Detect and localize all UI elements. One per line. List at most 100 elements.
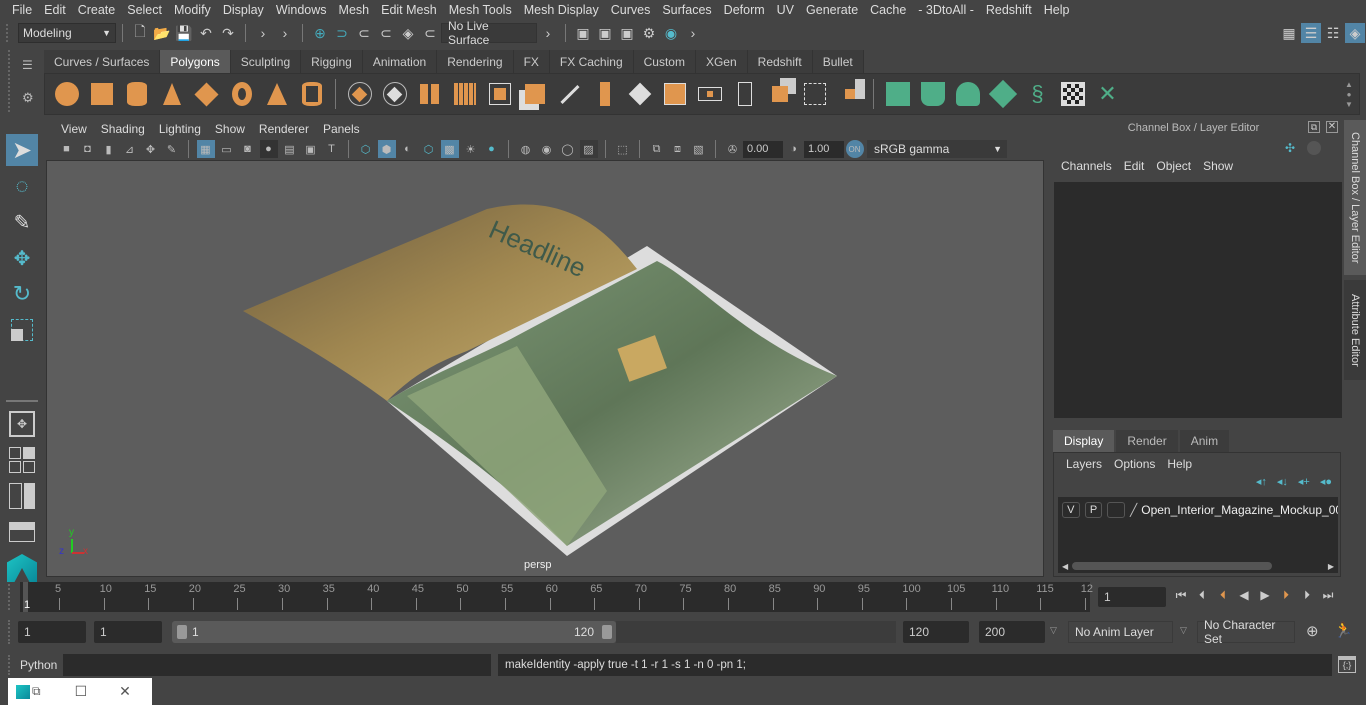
shadows-icon[interactable]: ● [483,140,501,158]
viewport-menu-shading[interactable]: Shading [94,122,152,136]
time-slider[interactable]: 1 5 10 15 20 25 30 35 40 45 50 55 60 65 70 75 80 85 90 95 1… [20,582,1093,612]
animation-preferences-icon[interactable]: 🏃 [1334,621,1353,639]
poly-pipe-icon[interactable] [297,79,327,109]
collapse-arrow-icon[interactable]: › [253,23,273,43]
shelf-tab-rendering[interactable]: Rendering [437,50,514,73]
menu-edit[interactable]: Edit [38,3,72,17]
channel-menu-edit[interactable]: Edit [1118,159,1151,173]
shelf-tab-redshift[interactable]: Redshift [747,50,813,73]
shelf-settings-gear-icon[interactable]: ⚙ [22,90,34,106]
playback-end-field[interactable]: 120 [903,621,969,643]
layer-horizontal-scrollbar[interactable]: ◀ ▶ [1062,561,1334,571]
grease-pencil-icon[interactable]: ✎ [163,140,181,158]
collapse-arrow-icon[interactable]: › [683,23,703,43]
exposure-field[interactable]: 0.00 [743,140,783,158]
textures-icon[interactable]: ▩ [440,140,459,158]
tab-channel-box-layer-editor[interactable]: Channel Box / Layer Editor [1344,120,1366,275]
channel-box-icon[interactable]: ◈ [1345,23,1365,43]
menu-windows[interactable]: Windows [270,3,333,17]
range-start-handle[interactable] [177,625,187,639]
layer-name[interactable]: Open_Interior_Magazine_Mockup_00 [1141,503,1338,517]
poly-cone-icon[interactable] [157,79,187,109]
go-to-end-icon[interactable]: ⏭ [1319,586,1337,604]
layer-display-type-toggle[interactable] [1107,502,1126,518]
render-view-icon[interactable]: ▣ [573,23,593,43]
channel-box-area[interactable] [1054,182,1342,418]
four-view-layout-icon[interactable] [6,444,38,476]
character-set-dropdown[interactable]: No Character Set [1197,618,1295,646]
speed-icon[interactable] [1307,141,1321,155]
layer-color-icon[interactable]: ╱ [1130,503,1137,517]
start-time-field[interactable]: 1 [18,621,86,643]
resolution-gate-icon[interactable]: ◙ [239,140,257,158]
uv-cylindrical-icon[interactable] [918,79,948,109]
color-space-dropdown[interactable]: sRGB gamma ▼ [867,140,1007,158]
screen-space-ao-icon[interactable]: ◍ [517,140,535,158]
xray-joints-icon[interactable]: ⧉ [648,140,666,158]
menu-uv[interactable]: UV [771,3,800,17]
uv-contour-icon[interactable]: § [1023,79,1053,109]
shelf-drag-handle[interactable] [8,50,10,112]
outliner-layout-icon[interactable] [6,480,38,512]
mode-selector[interactable]: Modeling ▼ [18,23,116,43]
poly-sphere-icon[interactable] [52,79,82,109]
end-time-field[interactable]: 200 [979,621,1045,643]
shelf-tab-xgen[interactable]: XGen [695,50,748,73]
uv-spherical-icon[interactable] [953,79,983,109]
append-icon[interactable] [660,79,690,109]
character-set-chevron-icon[interactable]: ▽ [1180,625,1187,636]
viewport-persp[interactable]: Headline y x z persp [46,160,1044,577]
float-panel-icon[interactable]: ⧉ [1308,121,1320,133]
isolate-select-icon[interactable]: ⬚ [614,140,632,158]
image-plane-icon[interactable]: ⊿ [121,140,139,158]
bevel-icon[interactable] [520,79,550,109]
poly-plane-icon[interactable] [192,79,222,109]
snap-live-icon[interactable]: ⊂ [420,23,440,43]
boolean-icon[interactable] [625,79,655,109]
menu-curves[interactable]: Curves [605,3,657,17]
channel-menu-show[interactable]: Show [1197,159,1239,173]
uv-automatic-icon[interactable] [988,79,1018,109]
anti-aliasing-icon[interactable]: ◯ [559,140,577,158]
menu-select[interactable]: Select [121,3,168,17]
rotate-tool-icon[interactable]: ↻ [6,278,38,310]
menu-edit-mesh[interactable]: Edit Mesh [375,3,443,17]
redo-icon[interactable]: ↷ [218,23,238,43]
shelf-tab-animation[interactable]: Animation [362,50,438,73]
combine-icon[interactable] [345,79,375,109]
live-surface-field[interactable]: No Live Surface [441,19,537,47]
collapse-arrow-icon[interactable]: › [538,23,558,43]
layer-tab-anim[interactable]: Anim [1179,430,1230,452]
xray-active-icon[interactable]: ⧈ [669,140,687,158]
manipulator-icon[interactable]: ✣ [1285,141,1295,155]
menu-file[interactable]: File [6,3,38,17]
playback-start-field[interactable]: 1 [94,621,162,643]
layer-menu-help[interactable]: Help [1161,457,1198,471]
safe-title-icon[interactable]: T [323,140,341,158]
layer-playback-toggle[interactable]: P [1084,502,1103,518]
tab-attribute-editor[interactable]: Attribute Editor [1344,280,1366,380]
move-layer-up-icon[interactable]: ◂↑ [1256,475,1267,488]
gate-mask-icon[interactable]: ● [259,140,278,158]
script-language-toggle[interactable]: Python [20,658,57,672]
step-forward-frame-icon[interactable]: ⏵ [1298,586,1316,604]
layer-tab-display[interactable]: Display [1053,430,1115,452]
uv-planar-icon[interactable] [883,79,913,109]
menu-surfaces[interactable]: Surfaces [656,3,717,17]
attribute-editor-icon[interactable]: ☰ [1301,23,1321,43]
auto-key-icon[interactable]: ⊕ [1306,622,1319,640]
layer-visibility-toggle[interactable]: V [1062,502,1080,518]
viewport-menu-view[interactable]: View [54,122,94,136]
motion-blur-icon[interactable]: ◉ [538,140,556,158]
extrude-icon[interactable] [485,79,515,109]
menu-deform[interactable]: Deform [718,3,771,17]
poly-torus-icon[interactable] [227,79,257,109]
viewport-menu-lighting[interactable]: Lighting [152,122,208,136]
menu-help[interactable]: Help [1038,3,1076,17]
bridge-icon[interactable] [590,79,620,109]
camera-attributes-icon[interactable]: ◘ [79,140,97,158]
smooth-shade-icon[interactable]: ⬢ [377,140,396,158]
menu-cache[interactable]: Cache [864,3,912,17]
shelf-scroll[interactable]: ▲ ● ▼ [1343,80,1355,110]
menu-modify[interactable]: Modify [168,3,217,17]
